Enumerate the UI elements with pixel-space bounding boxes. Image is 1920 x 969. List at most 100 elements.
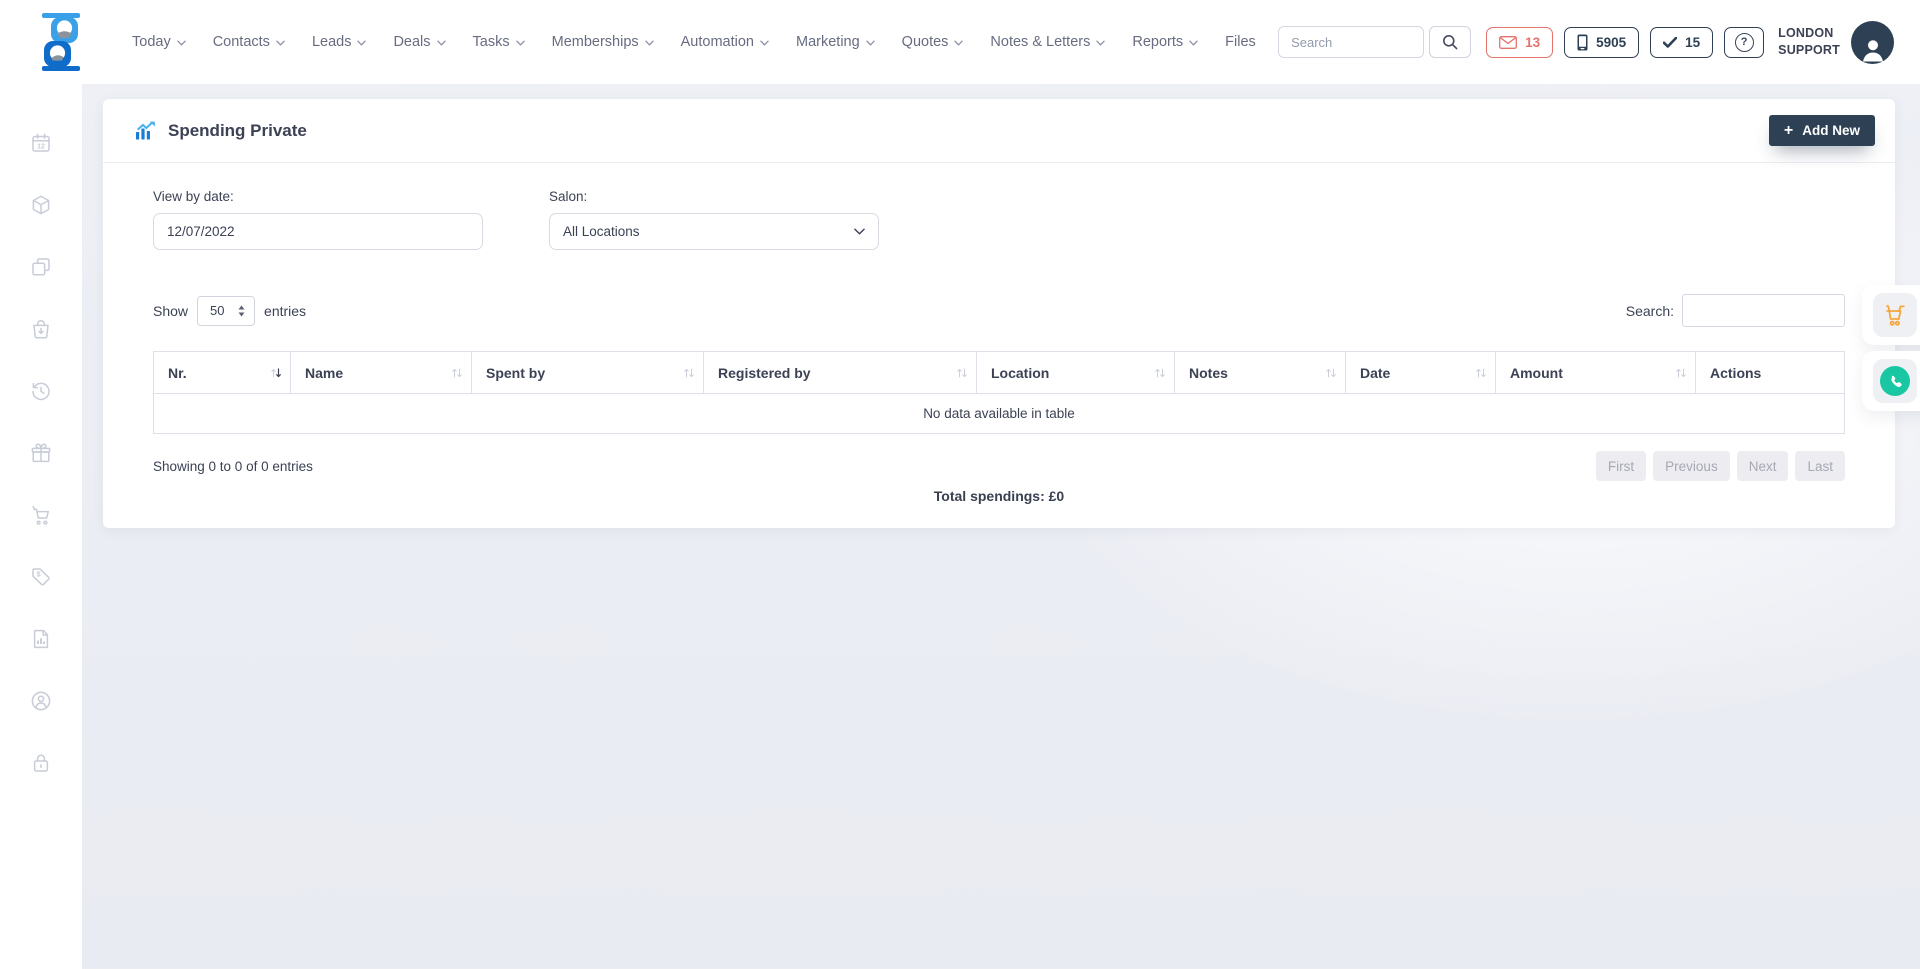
messages-badge[interactable]: 13 [1486,27,1553,58]
help-button[interactable]: ? [1724,27,1764,58]
floating-cart-button[interactable] [1873,293,1917,337]
chevron-down-icon [1189,40,1198,46]
sidebar-item-gift-cards[interactable] [28,442,54,464]
date-filter: View by date: [153,189,483,250]
sort-icon [1675,367,1687,379]
plus-icon: + [1784,123,1793,139]
question-mark-icon: ? [1735,33,1754,52]
nav-item-quotes[interactable]: Quotes [902,34,964,50]
pagination-next-button[interactable]: Next [1737,451,1789,481]
table-search-label: Search: [1626,303,1674,319]
table-search: Search: [1626,294,1845,327]
chevron-down-icon [177,40,186,46]
sidebar: 12 $ [0,84,82,969]
table-footer: Showing 0 to 0 of 0 entries First Previo… [103,434,1895,481]
nav-label: Deals [393,34,430,50]
nav-item-memberships[interactable]: Memberships [552,34,654,50]
global-search-button[interactable] [1429,26,1471,58]
salon-select[interactable]: All Locations [549,213,879,250]
page-title: Spending Private [168,121,307,141]
nav-label: Today [132,34,171,50]
shopping-bag-icon [30,318,52,340]
calls-count: 5905 [1596,35,1626,50]
sidebar-item-shop[interactable] [28,504,54,526]
nav-item-leads[interactable]: Leads [312,34,367,50]
nav-item-notes-letters[interactable]: Notes & Letters [990,34,1105,50]
column-label: Registered by [718,365,811,381]
column-header-actions: Actions [1696,352,1845,394]
envelope-icon [1499,36,1517,49]
pagination-last-button[interactable]: Last [1795,451,1845,481]
column-header-spent-by[interactable]: Spent by [472,352,704,394]
spending-table: Nr. Name Spent by Registered by Location… [153,351,1845,434]
nav-item-files[interactable]: Files [1225,34,1256,50]
floating-call-button[interactable] [1873,359,1917,403]
pagination-first-button[interactable]: First [1596,451,1646,481]
sidebar-item-products[interactable] [28,194,54,216]
sidebar-item-clients[interactable] [28,690,54,712]
messages-count: 13 [1525,35,1540,50]
nav-label: Tasks [473,34,510,50]
sidebar-item-duplicates[interactable] [28,256,54,278]
nav-label: Notes & Letters [990,34,1090,50]
nav-item-today[interactable]: Today [132,34,186,50]
tasks-badge[interactable]: 15 [1650,27,1713,58]
chevron-down-icon [437,40,446,46]
salon-filter: Salon: All Locations [549,189,879,250]
page-size-control: Show 50 entries [153,296,306,326]
nav-label: Contacts [213,34,270,50]
nav-item-deals[interactable]: Deals [393,34,445,50]
chevron-down-icon [866,40,875,46]
column-header-name[interactable]: Name [291,352,472,394]
column-header-date[interactable]: Date [1346,352,1496,394]
pagination-previous-button[interactable]: Previous [1653,451,1730,481]
calls-badge[interactable]: 5905 [1564,27,1639,58]
showing-entries-text: Showing 0 to 0 of 0 entries [153,459,313,474]
sidebar-item-private[interactable] [28,752,54,774]
brand-logo-hourglass-icon[interactable] [36,13,86,71]
user-avatar[interactable] [1851,21,1894,64]
copy-icon [30,256,52,278]
table-search-input[interactable] [1682,294,1845,327]
filters-section: View by date: Salon: All Locations [103,163,1895,250]
page-size-select[interactable]: 50 [197,296,255,326]
sidebar-item-history[interactable] [28,380,54,402]
sidebar-item-pricing[interactable]: $ [28,566,54,588]
column-header-nr[interactable]: Nr. [154,352,291,394]
nav-item-reports[interactable]: Reports [1132,34,1198,50]
chevron-down-icon [357,40,366,46]
salon-select-value: All Locations [563,224,640,239]
nav-item-marketing[interactable]: Marketing [796,34,875,50]
page-size-value: 50 [210,303,224,318]
table-wrap: Nr. Name Spent by Registered by Location… [103,327,1895,434]
nav-item-tasks[interactable]: Tasks [473,34,525,50]
column-label: Spent by [486,365,545,381]
global-search [1278,26,1471,58]
chevron-down-icon [516,40,525,46]
cart-icon [30,504,52,526]
table-header-row: Nr. Name Spent by Registered by Location… [154,352,1845,394]
global-search-input[interactable] [1278,26,1424,58]
sidebar-item-orders[interactable] [28,318,54,340]
nav-label: Marketing [796,34,860,50]
sidebar-item-reports[interactable] [28,628,54,650]
chevron-down-icon [854,228,865,235]
sort-icon [1325,367,1337,379]
sidebar-item-calendar[interactable]: 12 [28,132,54,154]
column-header-notes[interactable]: Notes [1175,352,1346,394]
column-header-registered-by[interactable]: Registered by [704,352,977,394]
nav-item-contacts[interactable]: Contacts [213,34,285,50]
nav-label: Automation [681,34,754,50]
user-circle-icon [30,690,52,712]
price-tag-icon: $ [30,566,52,588]
date-input[interactable] [153,213,483,250]
app-root: { "topbar": { "nav_items": [ {"label":"T… [0,0,1920,969]
show-label: Show [153,303,188,319]
person-icon [1858,34,1888,64]
column-header-amount[interactable]: Amount [1496,352,1696,394]
chevron-down-icon [645,40,654,46]
column-header-location[interactable]: Location [977,352,1175,394]
add-new-button[interactable]: + Add New [1769,115,1875,146]
column-label: Name [305,365,343,381]
nav-item-automation[interactable]: Automation [681,34,769,50]
